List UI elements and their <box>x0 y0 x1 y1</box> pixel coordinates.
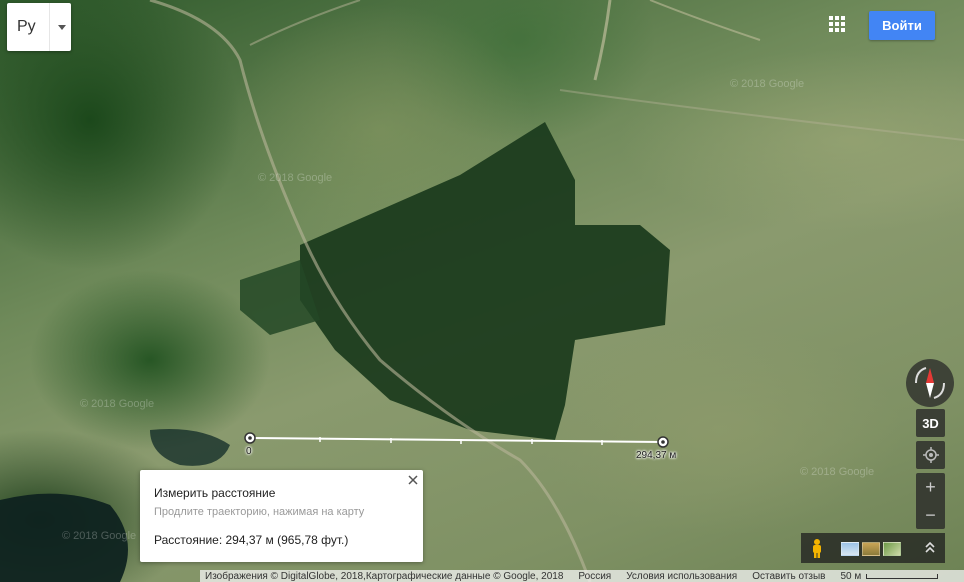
close-icon[interactable] <box>406 473 420 487</box>
divider <box>49 3 50 51</box>
map-watermark: © 2018 Google <box>800 466 875 478</box>
card-hint: Продлите траекторию, нажимая на карту <box>154 506 365 518</box>
imagery-thumbnail[interactable] <box>883 542 901 556</box>
map-watermark: © 2018 Google <box>62 530 137 542</box>
zoom-in-button[interactable]: + <box>916 473 945 501</box>
country-link[interactable]: Россия <box>578 571 611 582</box>
map-watermark: © 2018 Google <box>730 78 805 90</box>
imagery-thumbnail[interactable] <box>841 542 859 556</box>
measure-end-label: 294,37 м <box>636 450 677 461</box>
compass-icon <box>915 367 945 399</box>
my-location-icon <box>922 447 939 463</box>
pegman-icon[interactable] <box>810 538 824 558</box>
attribution-text: Изображения © DigitalGlobe, 2018,Картогр… <box>205 570 564 582</box>
imagery-thumbnail[interactable] <box>862 542 880 556</box>
signin-button[interactable]: Войти <box>869 11 935 40</box>
language-select-value: Ру <box>17 18 36 35</box>
distance-value: Расстояние: 294,37 м (965,78 фут.) <box>154 533 349 547</box>
expand-icon[interactable] <box>923 540 937 556</box>
measure-distance-card: Измерить расстояние Продлите траекторию,… <box>140 470 423 562</box>
scale-label[interactable]: 50 м <box>840 571 861 582</box>
feedback-link[interactable]: Оставить отзыв <box>752 571 825 582</box>
measure-path[interactable] <box>244 432 669 448</box>
my-location-button[interactable] <box>916 441 945 469</box>
map-watermark: © 2018 Google <box>258 172 333 184</box>
compass-button[interactable] <box>906 359 954 407</box>
terms-link[interactable]: Условия использования <box>626 571 737 582</box>
forest-area <box>300 122 670 440</box>
card-title: Измерить расстояние <box>154 486 276 500</box>
layers-strip <box>801 533 945 563</box>
measure-start-label: 0 <box>246 446 252 457</box>
3d-button[interactable]: 3D <box>916 409 945 437</box>
scale-bar <box>866 573 939 579</box>
language-select[interactable]: Ру <box>7 3 71 51</box>
map-watermark: © 2018 Google <box>80 398 155 410</box>
map-footer: Изображения © DigitalGlobe, 2018,Картогр… <box>200 570 964 582</box>
zoom-out-button[interactable]: − <box>916 501 945 529</box>
chevron-down-icon <box>58 24 66 30</box>
apps-grid-icon[interactable] <box>829 16 849 36</box>
